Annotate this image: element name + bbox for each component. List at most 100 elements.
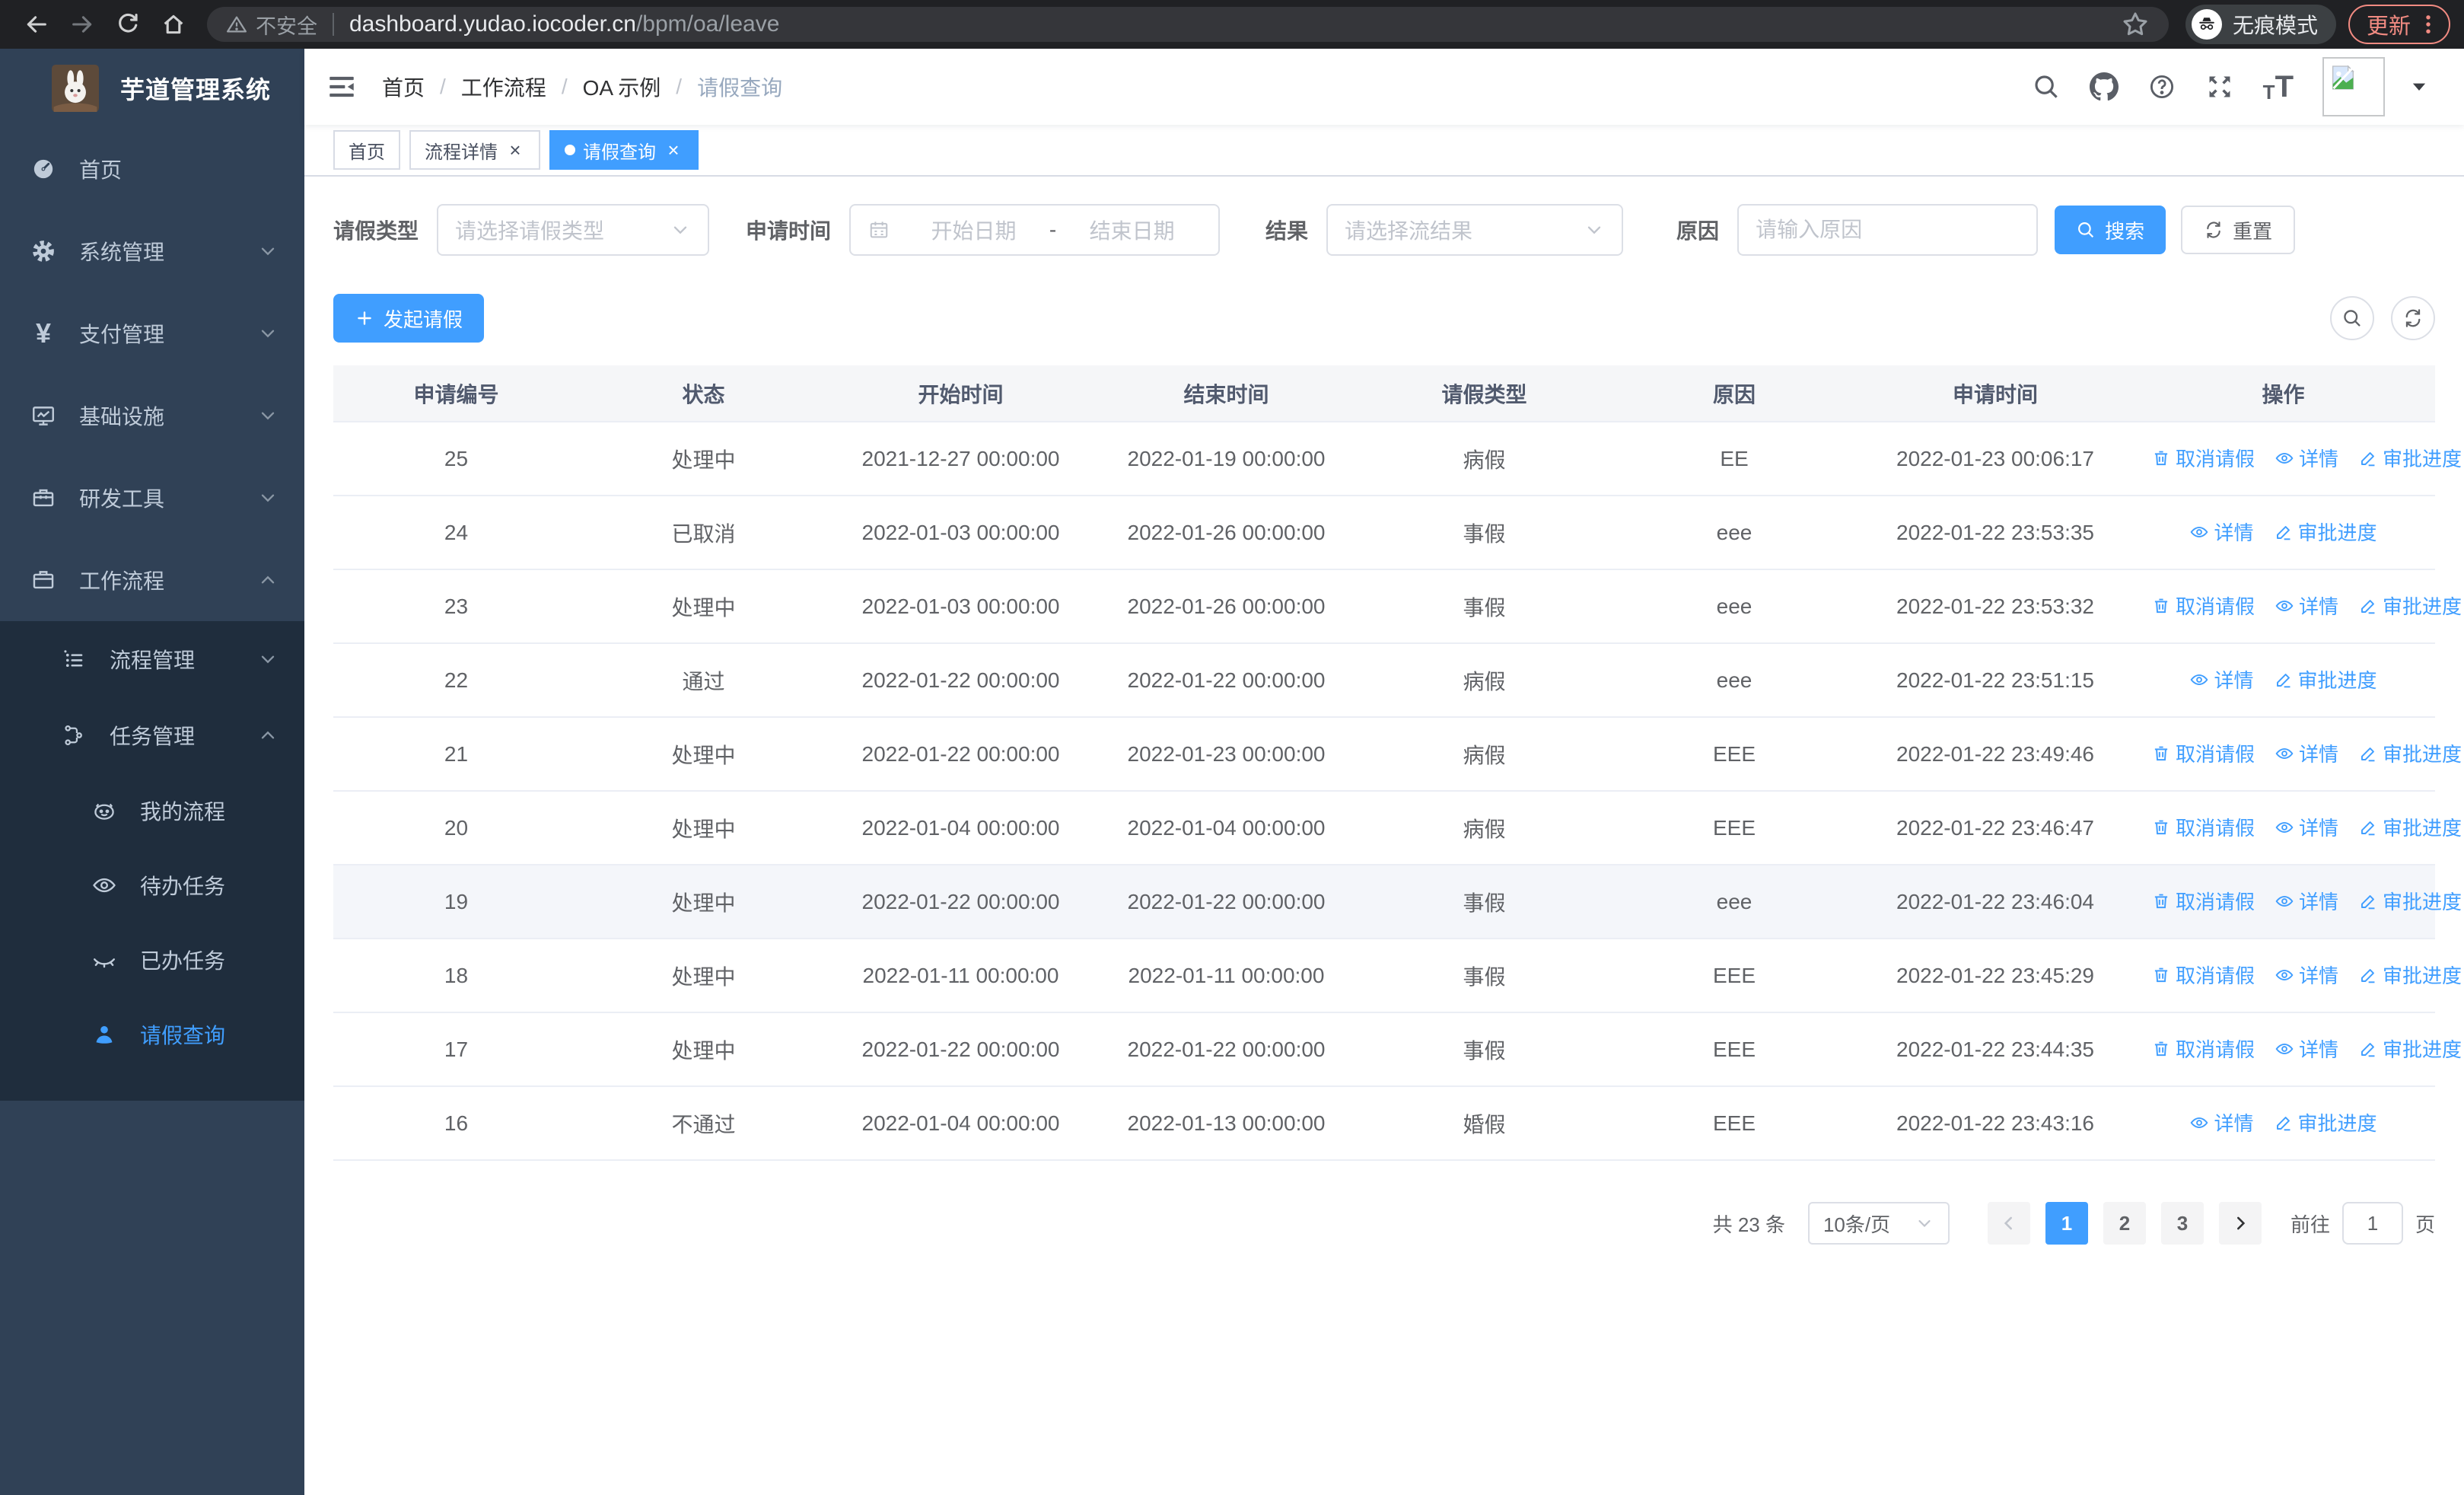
browser-home-button[interactable]: [154, 5, 193, 43]
browser-menu-icon[interactable]: [2415, 11, 2441, 37]
page-button-2[interactable]: 2: [2103, 1202, 2146, 1245]
sidebar-item-infrastructure[interactable]: 基础设施: [0, 375, 304, 457]
sidebar-item-process-management[interactable]: 流程管理: [0, 621, 304, 697]
breadcrumb-item[interactable]: 工作流程: [461, 72, 546, 102]
search-icon[interactable]: [2032, 72, 2061, 101]
sidebar-item-my-process[interactable]: 我的流程: [0, 773, 304, 848]
action-progress-link[interactable]: 审批进度: [2358, 1034, 2462, 1063]
sidebar-item-leave-query[interactable]: 请假查询: [0, 997, 304, 1072]
tab-home[interactable]: 首页: [333, 130, 400, 170]
cell-id: 22: [333, 643, 579, 718]
app-logo-row[interactable]: 芋道管理系统: [0, 49, 304, 128]
reason-input[interactable]: [1756, 218, 2020, 242]
help-icon[interactable]: [2147, 72, 2176, 101]
page-size-select[interactable]: 10条/页: [1807, 1202, 1950, 1245]
address-bar[interactable]: 不安全 dashboard.yudao.iocoder.cn/bpm/oa/le…: [207, 7, 2169, 42]
sidebar-item-label: 支付管理: [79, 323, 165, 346]
action-progress-link[interactable]: 审批进度: [2358, 591, 2462, 620]
table-row: 24 已取消 2022-01-03 00:00:00 2022-01-26 00:00…: [333, 496, 2435, 570]
action-cancel-link[interactable]: 取消请假: [2151, 1034, 2255, 1063]
action-cancel-link[interactable]: 取消请假: [2151, 444, 2255, 472]
action-progress-link[interactable]: 审批进度: [2358, 813, 2462, 841]
search-button[interactable]: 搜索: [2055, 206, 2166, 254]
sidebar-item-devtools[interactable]: 研发工具: [0, 457, 304, 539]
cell-apply-time: 2022-01-22 23:46:47: [1859, 791, 2131, 865]
action-detail-link[interactable]: 详情: [2189, 665, 2254, 693]
reason-field-wrap: [1737, 204, 2039, 256]
sidebar-item-task-management[interactable]: 任务管理: [0, 697, 304, 773]
refresh-icon: [2204, 220, 2224, 240]
fullscreen-icon[interactable]: [2205, 72, 2234, 101]
prev-page-button[interactable]: [1987, 1202, 2030, 1245]
action-cancel-link[interactable]: 取消请假: [2151, 887, 2255, 915]
apply-time-range-picker[interactable]: 开始日期 - 结束日期: [849, 204, 1221, 256]
action-progress-link[interactable]: 审批进度: [2358, 739, 2462, 767]
tab-process-detail[interactable]: 流程详情 ×: [409, 130, 540, 170]
security-indicator[interactable]: 不安全: [225, 10, 317, 40]
goto-page-input[interactable]: [2341, 1202, 2403, 1245]
bookmark-star-icon[interactable]: [2120, 9, 2150, 40]
sidebar-item-workflow[interactable]: 工作流程: [0, 539, 304, 621]
font-size-icon[interactable]: TT: [2263, 72, 2294, 102]
action-detail-link[interactable]: 详情: [2275, 444, 2338, 472]
breadcrumb-item[interactable]: OA 示例: [583, 72, 661, 102]
action-progress-link[interactable]: 审批进度: [2358, 961, 2462, 989]
tab-close-icon[interactable]: ×: [505, 140, 525, 160]
action-detail-link[interactable]: 详情: [2275, 591, 2338, 620]
sidebar-item-system[interactable]: 系统管理: [0, 210, 304, 292]
browser-update-button[interactable]: 更新: [2348, 5, 2450, 44]
action-detail-link[interactable]: 详情: [2275, 961, 2338, 989]
action-progress-link[interactable]: 审批进度: [2274, 518, 2377, 546]
cell-end-time: 2022-01-19 00:00:00: [1094, 422, 1359, 496]
action-detail-link[interactable]: 详情: [2275, 813, 2338, 841]
action-progress-link[interactable]: 审批进度: [2358, 887, 2462, 915]
next-page-button[interactable]: [2218, 1202, 2262, 1245]
browser-back-button[interactable]: [18, 5, 56, 43]
cell-id: 18: [333, 939, 579, 1013]
page-button-3[interactable]: 3: [2160, 1202, 2204, 1245]
avatar[interactable]: [2322, 57, 2385, 116]
tab-leave-query[interactable]: 请假查询 ×: [549, 130, 699, 170]
refresh-table-button[interactable]: [2391, 296, 2435, 340]
action-label: 取消请假: [2176, 448, 2255, 471]
leave-type-select[interactable]: 请选择请假类型: [437, 204, 710, 256]
cell-leave-type: 病假: [1359, 717, 1609, 792]
sidebar-item-todo-tasks[interactable]: 待办任务: [0, 848, 304, 923]
cell-actions: 详情 审批进度: [2131, 1086, 2435, 1161]
action-detail-link[interactable]: 详情: [2275, 1034, 2338, 1063]
user-icon: [91, 1022, 117, 1047]
chevron-up-icon: [257, 569, 279, 591]
cell-id: 17: [333, 1012, 579, 1087]
action-progress-link[interactable]: 审批进度: [2358, 444, 2462, 472]
action-cancel-link[interactable]: 取消请假: [2151, 961, 2255, 989]
action-progress-link[interactable]: 审批进度: [2274, 665, 2377, 693]
sidebar-item-payment[interactable]: ¥ 支付管理: [0, 292, 304, 375]
action-progress-link[interactable]: 审批进度: [2274, 1108, 2377, 1136]
action-detail-link[interactable]: 详情: [2189, 518, 2254, 546]
action-cancel-link[interactable]: 取消请假: [2151, 813, 2255, 841]
caret-down-icon[interactable]: [2408, 75, 2431, 98]
reset-button[interactable]: 重置: [2181, 206, 2296, 254]
url-host: dashboard.yudao.iocoder.cn: [349, 11, 636, 37]
action-label: 详情: [2299, 1038, 2339, 1062]
create-leave-button[interactable]: 发起请假: [333, 294, 485, 343]
browser-forward-button[interactable]: [63, 5, 101, 43]
sidebar-item-done-tasks[interactable]: 已办任务: [0, 923, 304, 997]
action-cancel-link[interactable]: 取消请假: [2151, 739, 2255, 767]
tab-close-icon[interactable]: ×: [664, 140, 683, 160]
sidebar-item-home[interactable]: 首页: [0, 128, 304, 210]
toggle-search-button[interactable]: [2330, 296, 2374, 340]
cell-start-time: 2021-12-27 00:00:00: [828, 422, 1094, 496]
action-cancel-link[interactable]: 取消请假: [2151, 591, 2255, 620]
breadcrumb-item[interactable]: 首页: [382, 72, 425, 102]
collapse-sidebar-icon[interactable]: [326, 71, 358, 103]
github-icon[interactable]: [2089, 72, 2119, 101]
action-detail-link[interactable]: 详情: [2275, 887, 2338, 915]
cell-reason: EEE: [1609, 717, 1859, 792]
page-button-1[interactable]: 1: [2045, 1202, 2088, 1245]
action-detail-link[interactable]: 详情: [2275, 739, 2338, 767]
action-detail-link[interactable]: 详情: [2189, 1108, 2254, 1136]
browser-reload-button[interactable]: [109, 5, 147, 43]
leave-table: 申请编号 状态 开始时间 结束时间 请假类型 原因 申请时间 操作 25 处理中 2021-12-…: [333, 365, 2462, 1161]
result-select[interactable]: 请选择流结果: [1326, 204, 1624, 256]
